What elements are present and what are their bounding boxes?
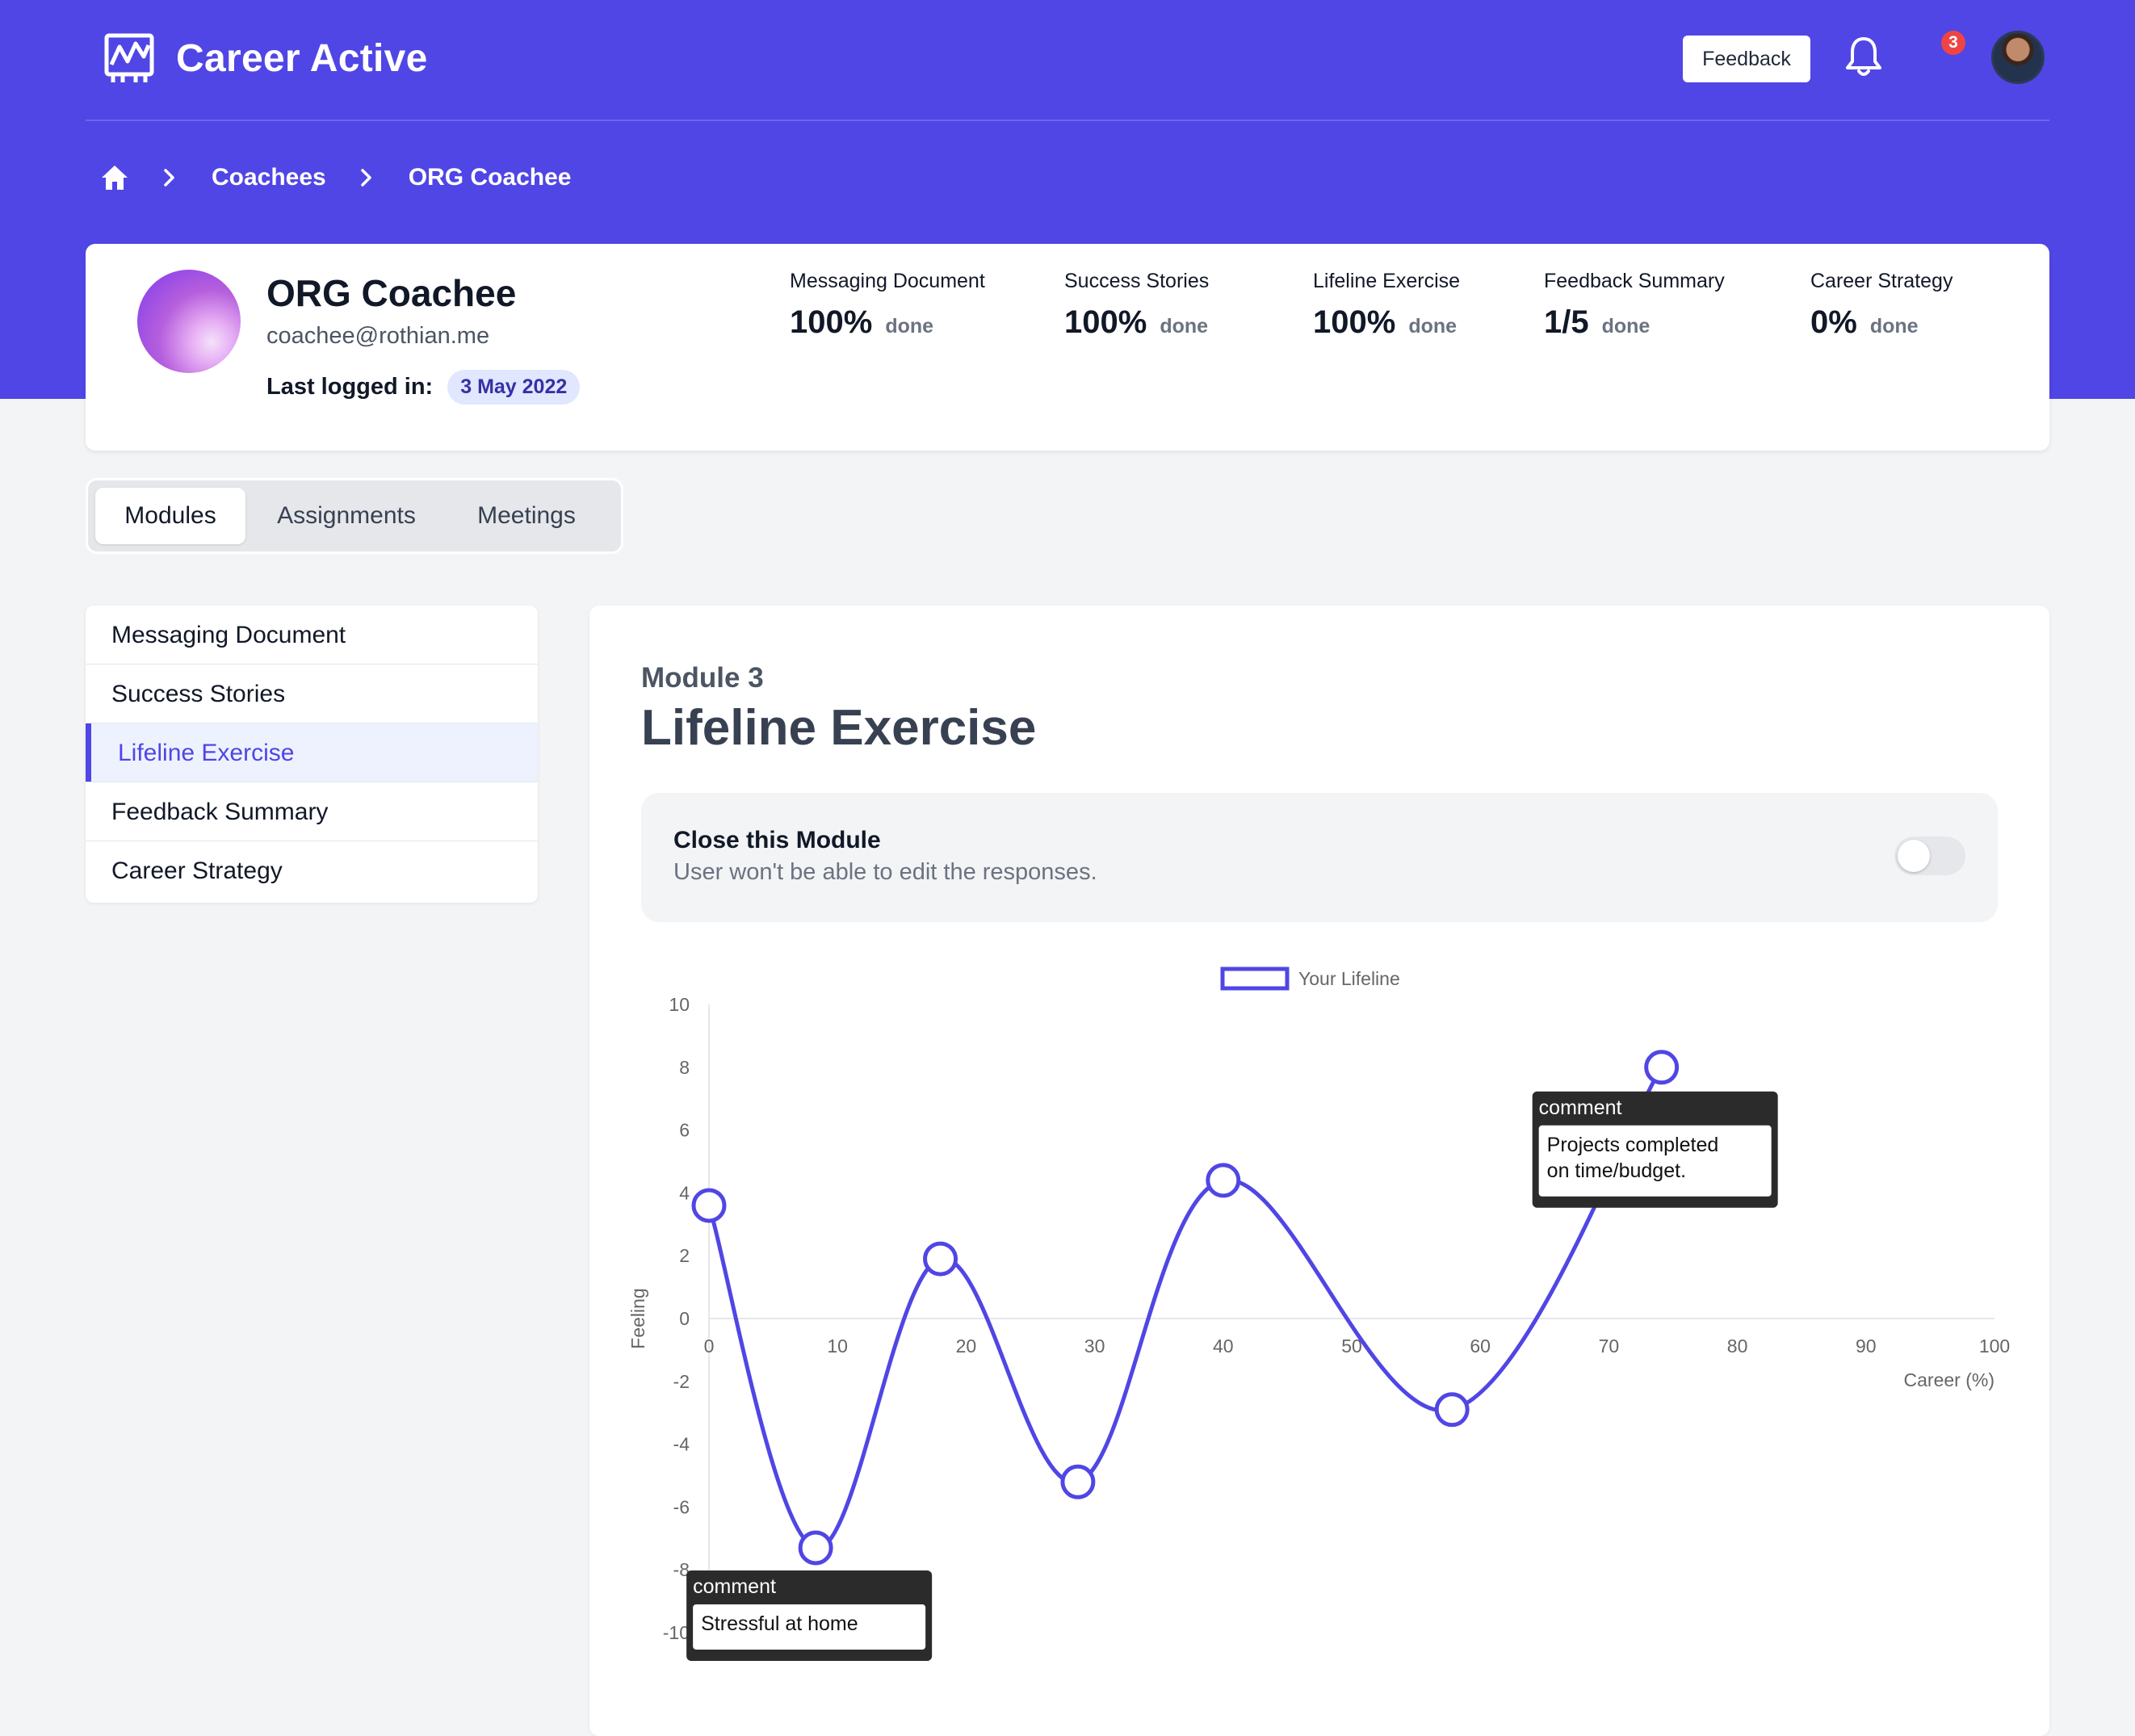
tab-assignments[interactable]: Assignments <box>257 488 436 544</box>
chevron-right-icon <box>164 169 174 187</box>
menu-item-lifeline-exercise[interactable]: Lifeline Exercise <box>86 723 538 782</box>
x-tick-label: 80 <box>1727 1336 1748 1357</box>
x-tick-label: 90 <box>1856 1336 1877 1357</box>
notification-count-badge: 3 <box>1941 31 1965 55</box>
stat-value: 1/5 <box>1544 304 1589 340</box>
brand[interactable]: Career Active <box>103 32 428 84</box>
lifeline-data-point <box>691 1188 727 1223</box>
tooltip-text: Stressful at home <box>701 1612 858 1635</box>
close-module-box: Close this Module User won't be able to … <box>641 793 1998 922</box>
stat-label: Feedback Summary <box>1544 270 1725 292</box>
tooltip-title: comment <box>693 1575 776 1598</box>
stat-success-stories: Success Stories 100% done <box>1064 270 1209 341</box>
stat-value: 0% <box>1810 304 1857 340</box>
x-tick-label: 30 <box>1084 1336 1105 1357</box>
stat-unit: done <box>1160 315 1209 338</box>
x-axis-label: Career (%) <box>1904 1369 1994 1390</box>
lifeline-data-point <box>798 1530 833 1566</box>
menu-item-messaging-document[interactable]: Messaging Document <box>86 606 538 665</box>
career-chart-logo-icon <box>104 33 154 82</box>
module-title: Lifeline Exercise <box>641 700 1037 756</box>
stat-label: Messaging Document <box>790 270 985 292</box>
close-module-description: User won't be able to edit the responses… <box>673 859 1097 885</box>
module-number: Module 3 <box>641 662 764 694</box>
y-tick-label: -10 <box>663 1622 690 1643</box>
stat-unit: done <box>1408 315 1458 338</box>
y-tick-label: 6 <box>679 1120 690 1141</box>
breadcrumb-coachees[interactable]: Coachees <box>212 164 326 191</box>
y-tick-label: -6 <box>673 1496 690 1517</box>
legend-swatch <box>1220 967 1290 991</box>
stat-value: 100% <box>1064 304 1147 340</box>
coachee-avatar <box>137 270 241 373</box>
stat-label: Lifeline Exercise <box>1313 270 1461 292</box>
lifeline-data-point <box>1060 1464 1096 1499</box>
tooltip-text: Projects completed <box>1547 1134 1719 1156</box>
stat-unit: done <box>1601 315 1651 338</box>
tab-modules[interactable]: Modules <box>95 488 245 544</box>
y-tick-label: 10 <box>669 994 690 1015</box>
tooltip-title: comment <box>1539 1097 1622 1119</box>
chevron-right-icon <box>361 169 371 187</box>
x-tick-label: 20 <box>956 1336 977 1357</box>
lifeline-series-line <box>707 1066 1663 1550</box>
close-module-toggle[interactable] <box>1894 837 1965 875</box>
y-tick-label: 8 <box>679 1057 690 1078</box>
breadcrumb-current: ORG Coachee <box>408 164 572 191</box>
stat-career-strategy: Career Strategy 0% done <box>1810 270 1953 341</box>
app-title: Career Active <box>176 36 428 80</box>
menu-item-feedback-summary[interactable]: Feedback Summary <box>86 782 538 841</box>
comment-tooltip: comment Stressful at home <box>686 1570 933 1661</box>
profile-card: ORG Coachee coachee@rothian.me Last logg… <box>86 244 2049 451</box>
comment-tooltip: comment Projects completed on time/budget. <box>1532 1091 1778 1208</box>
view-tabs: Modules Assignments Meetings <box>86 478 623 554</box>
bell-icon[interactable] <box>1841 32 1886 81</box>
stat-value: 100% <box>1313 304 1396 340</box>
x-tick-label: 10 <box>827 1336 848 1357</box>
tooltip-text: on time/budget. <box>1547 1159 1686 1182</box>
y-tick-label: -4 <box>673 1434 690 1455</box>
menu-item-success-stories[interactable]: Success Stories <box>86 665 538 723</box>
home-icon[interactable] <box>100 163 129 192</box>
menu-item-career-strategy[interactable]: Career Strategy <box>86 841 538 900</box>
coachee-email: coachee@rothian.me <box>266 323 490 349</box>
lifeline-data-point <box>923 1241 958 1277</box>
y-tick-label: 0 <box>679 1308 690 1329</box>
breadcrumb: Coachees ORG Coachee <box>100 163 571 192</box>
toggle-knob <box>1898 840 1930 872</box>
modules-menu: Messaging Document Success Stories Lifel… <box>86 606 538 903</box>
x-tick-label: 60 <box>1470 1336 1491 1357</box>
last-login-label: Last logged in: <box>266 374 434 400</box>
x-tick-label: 0 <box>704 1336 715 1357</box>
lifeline-data-point <box>1206 1163 1241 1198</box>
coachee-name: ORG Coachee <box>266 272 517 314</box>
stat-lifeline-exercise: Lifeline Exercise 100% done <box>1313 270 1460 341</box>
feedback-button[interactable]: Feedback <box>1683 36 1810 82</box>
legend-label: Your Lifeline <box>1298 968 1400 989</box>
stat-unit: done <box>1869 315 1919 338</box>
stat-label: Career Strategy <box>1810 270 1953 292</box>
y-tick-label: -2 <box>673 1371 690 1392</box>
user-avatar[interactable] <box>1991 31 2045 84</box>
stat-value: 100% <box>790 304 873 340</box>
x-tick-label: 70 <box>1599 1336 1620 1357</box>
stat-unit: done <box>885 315 934 338</box>
x-tick-label: 100 <box>1979 1336 2010 1357</box>
stat-feedback-summary: Feedback Summary 1/5 done <box>1544 270 1725 341</box>
y-tick-label: 2 <box>679 1245 690 1266</box>
lifeline-data-point <box>1644 1050 1680 1085</box>
x-tick-label: 40 <box>1213 1336 1234 1357</box>
last-login: Last logged in: 3 May 2022 <box>266 370 581 405</box>
y-axis-label: Feeling <box>627 1288 648 1348</box>
close-module-title: Close this Module <box>673 827 881 853</box>
y-tick-label: 4 <box>679 1182 690 1203</box>
stat-messaging-document: Messaging Document 100% done <box>790 270 985 341</box>
stat-label: Success Stories <box>1064 270 1210 292</box>
lifeline-data-point <box>1434 1392 1470 1428</box>
lifeline-chart: 1086420-2-4-6-8-100 10 20 30 40 50 60 70 80 90 100… <box>627 967 2010 1661</box>
last-login-date-badge: 3 May 2022 <box>447 370 581 405</box>
tab-meetings[interactable]: Meetings <box>446 488 607 544</box>
